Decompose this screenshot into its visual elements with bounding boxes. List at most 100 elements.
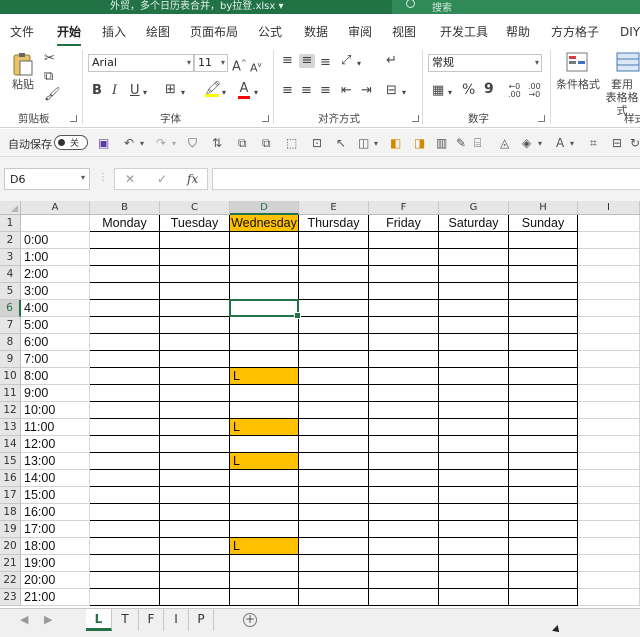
grid-cell[interactable]	[299, 453, 369, 470]
align-center-icon[interactable]: ≡	[301, 84, 312, 98]
grid-cell[interactable]	[369, 368, 439, 385]
grid-cell[interactable]	[160, 504, 230, 521]
time-cell[interactable]: 20:00	[21, 572, 90, 589]
comma-style-button[interactable]: 9	[484, 82, 494, 96]
grid-cell[interactable]	[439, 538, 509, 555]
grid-cell[interactable]	[230, 232, 299, 249]
time-cell[interactable]: 14:00	[21, 470, 90, 487]
time-cell[interactable]: 0:00	[21, 232, 90, 249]
time-cell[interactable]: 16:00	[21, 504, 90, 521]
grid-cell[interactable]	[299, 351, 369, 368]
grid-cell[interactable]	[369, 283, 439, 300]
grid-cell[interactable]	[439, 283, 509, 300]
fill-color-dropdown-icon[interactable]: ▾	[222, 86, 226, 100]
grid-cell[interactable]	[509, 589, 578, 606]
decrease-indent-icon[interactable]: ⇤	[341, 84, 352, 98]
grid-cell[interactable]	[578, 317, 640, 334]
grid-cell[interactable]	[90, 555, 160, 572]
underline-dropdown-icon[interactable]: ▾	[143, 86, 147, 100]
time-cell[interactable]: 11:00	[21, 419, 90, 436]
grid-cell[interactable]	[578, 351, 640, 368]
grid-cell[interactable]	[299, 334, 369, 351]
grid-cell[interactable]	[578, 504, 640, 521]
grid-cell[interactable]	[578, 402, 640, 419]
select-all-corner[interactable]	[0, 201, 21, 215]
sheet-tab-f[interactable]: F	[139, 609, 164, 631]
time-cell[interactable]: 10:00	[21, 402, 90, 419]
edit-icon[interactable]: ✎	[456, 136, 466, 150]
sheet-tab-i[interactable]: I	[164, 609, 189, 631]
grid-cell[interactable]	[160, 470, 230, 487]
grid-cell[interactable]	[578, 521, 640, 538]
grid-cell[interactable]	[509, 402, 578, 419]
grid-cell[interactable]	[230, 504, 299, 521]
grid-cell[interactable]	[439, 521, 509, 538]
redo-icon[interactable]: ↷	[156, 136, 166, 150]
grid-cell[interactable]	[160, 283, 230, 300]
grid-cell[interactable]	[439, 317, 509, 334]
fill-icon[interactable]: ◈	[522, 136, 531, 150]
grid-cell[interactable]	[509, 538, 578, 555]
grid-cell[interactable]	[90, 589, 160, 606]
grid-cell[interactable]	[299, 283, 369, 300]
time-cell[interactable]: 13:00	[21, 453, 90, 470]
wordart-icon[interactable]: ◬	[500, 136, 509, 150]
increase-decimal-icon[interactable]: ←0.00	[508, 83, 521, 99]
grid-cell[interactable]	[439, 470, 509, 487]
accounting-dropdown-icon[interactable]: ▾	[448, 86, 452, 100]
ribbon-tab-5[interactable]: 公式	[258, 23, 282, 40]
grid-cell[interactable]	[439, 249, 509, 266]
grid-cell[interactable]	[369, 300, 439, 317]
grid-cell[interactable]	[299, 419, 369, 436]
grid-cell[interactable]	[90, 521, 160, 538]
grid-cell[interactable]	[230, 470, 299, 487]
grid-cell[interactable]	[230, 436, 299, 453]
sheet-tab-l[interactable]: L	[86, 609, 112, 631]
align-bottom-icon[interactable]: ≡	[320, 56, 331, 70]
grid-cell[interactable]	[160, 232, 230, 249]
grid-cell[interactable]	[578, 300, 640, 317]
grid-cell[interactable]	[299, 300, 369, 317]
grid-cell[interactable]	[299, 521, 369, 538]
grid-cell[interactable]	[439, 572, 509, 589]
grid-cell[interactable]	[369, 266, 439, 283]
time-cell[interactable]: 12:00	[21, 436, 90, 453]
select-objects-icon[interactable]: ↖	[336, 136, 346, 150]
copy-icon[interactable]: ⧉	[44, 70, 53, 84]
row-header[interactable]: 5	[0, 283, 21, 300]
grid-cell[interactable]	[509, 368, 578, 385]
row-header[interactable]: 22	[0, 572, 21, 589]
grid-cell[interactable]	[230, 487, 299, 504]
row-header[interactable]: 4	[0, 266, 21, 283]
grid-cell[interactable]	[578, 436, 640, 453]
grid-cell[interactable]	[90, 487, 160, 504]
ribbon-tab-2[interactable]: 插入	[102, 23, 126, 40]
row-header[interactable]: 10	[0, 368, 21, 385]
grid-cell[interactable]	[578, 334, 640, 351]
grid-cell[interactable]	[160, 419, 230, 436]
grid-cell[interactable]	[369, 470, 439, 487]
ribbon-tab-10[interactable]: 帮助	[506, 23, 530, 40]
align-top-icon[interactable]: ≡	[282, 54, 293, 68]
grid-cell[interactable]	[160, 589, 230, 606]
grid-cell[interactable]	[299, 249, 369, 266]
autosave-toggle[interactable]: 关	[54, 135, 88, 150]
time-cell[interactable]: 2:00	[21, 266, 90, 283]
grid-cell[interactable]	[369, 334, 439, 351]
grid-cell[interactable]	[369, 572, 439, 589]
font-color-dropdown-icon[interactable]: ▾	[254, 86, 258, 100]
grid-cell[interactable]	[509, 334, 578, 351]
weekday-header-cell[interactable]: Thursday	[299, 215, 369, 232]
next-sheet-icon[interactable]: ▶	[44, 613, 52, 626]
grid-cell[interactable]	[160, 300, 230, 317]
grid-cell[interactable]	[439, 402, 509, 419]
grid-cell[interactable]	[509, 470, 578, 487]
grid-cell[interactable]	[578, 283, 640, 300]
grid-cell[interactable]	[90, 232, 160, 249]
paste-icon[interactable]	[10, 52, 36, 76]
row-header[interactable]: 1	[0, 215, 21, 232]
align-right-icon[interactable]: ≡	[320, 84, 331, 98]
grid-cell[interactable]	[230, 334, 299, 351]
ribbon-tab-0[interactable]: 文件	[10, 23, 34, 40]
column-header-d[interactable]: D	[230, 201, 299, 215]
